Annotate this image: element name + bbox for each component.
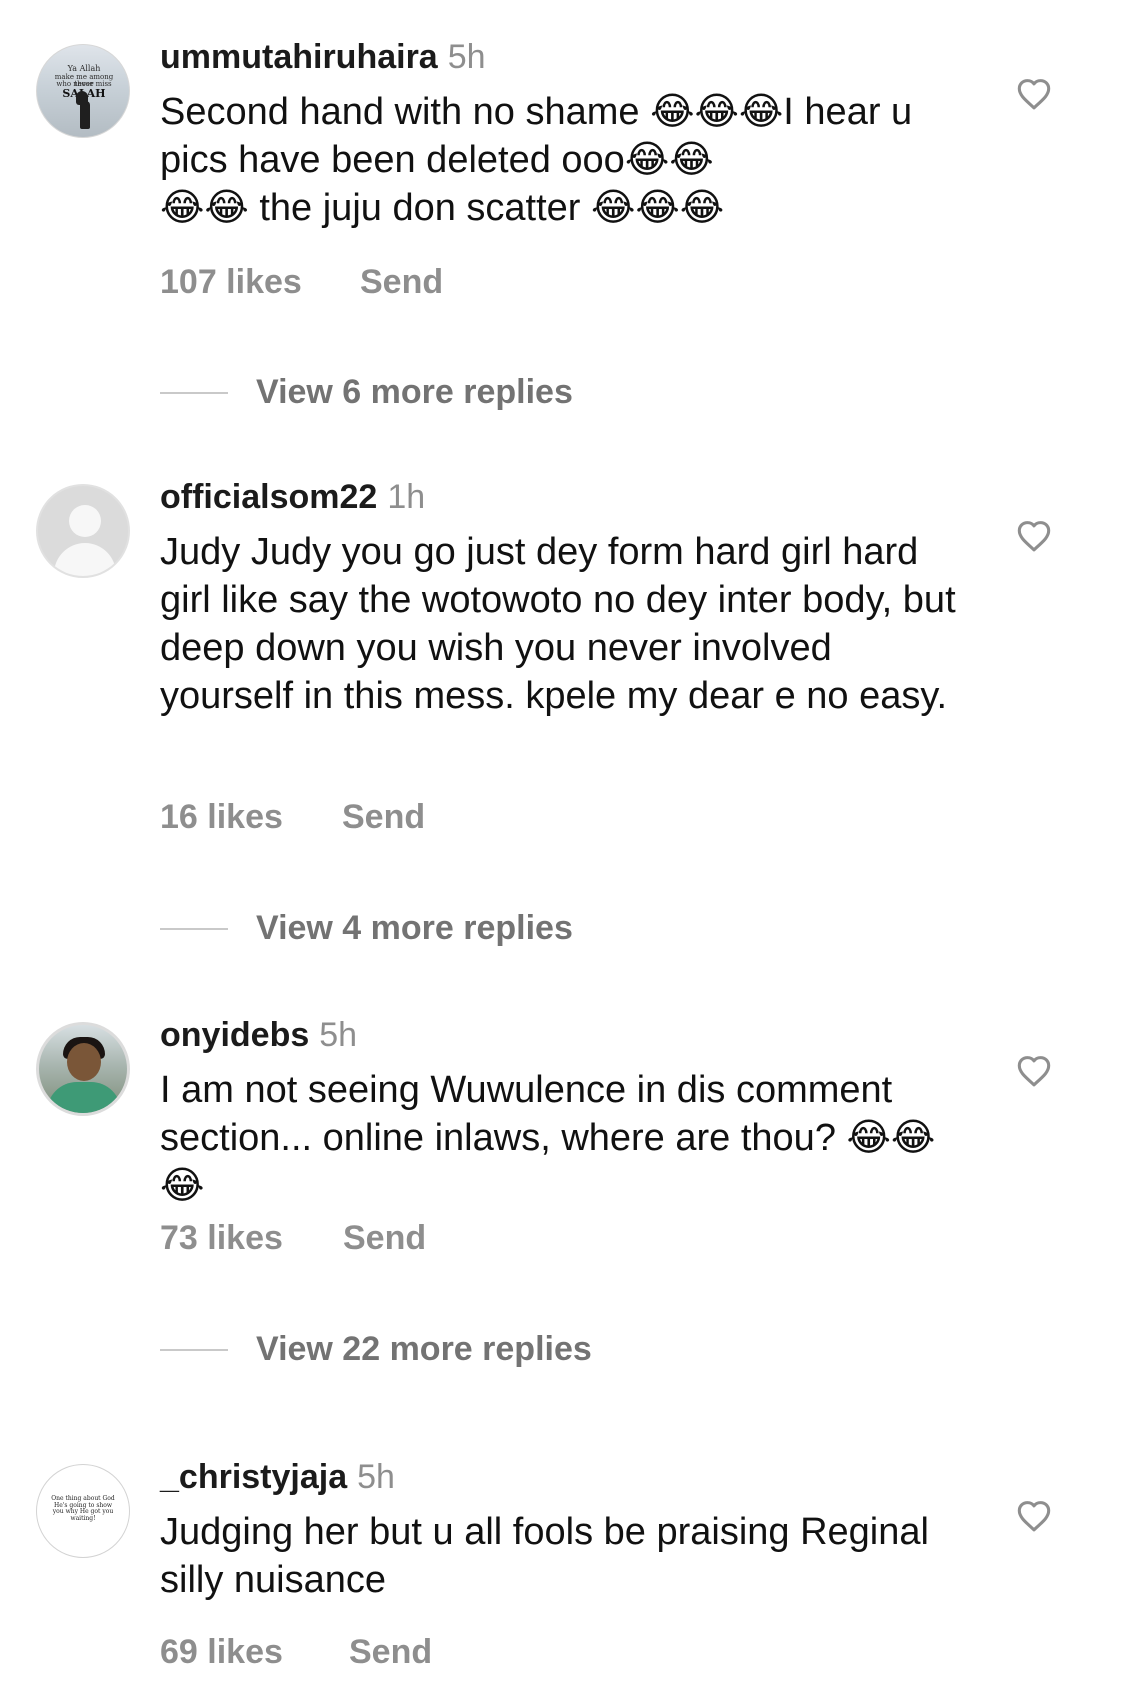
default-avatar-body xyxy=(54,543,116,576)
comment-header: _christyjaja 5h xyxy=(160,1457,395,1497)
comment-text: Judy Judy you go just dey form hard girl… xyxy=(160,531,956,717)
view-replies-label: View 6 more replies xyxy=(256,373,573,411)
likes-count[interactable]: 16 likes xyxy=(160,798,283,836)
comment-header: officialsom22 1h xyxy=(160,477,425,517)
likes-count[interactable]: 69 likes xyxy=(160,1633,283,1671)
raised-hand-image xyxy=(76,91,90,129)
avatar[interactable] xyxy=(36,484,130,578)
view-replies-label: View 4 more replies xyxy=(256,909,573,947)
timestamp: 5h xyxy=(319,1016,358,1054)
username-link[interactable]: officialsom22 xyxy=(160,478,377,516)
comment-text: Judging her but u all fools be praising … xyxy=(160,1511,929,1601)
heart-outline-icon[interactable] xyxy=(1015,1053,1053,1087)
send-button[interactable]: Send xyxy=(342,797,425,837)
view-replies-button[interactable]: View 22 more replies xyxy=(160,1329,760,1369)
view-replies-button[interactable]: View 6 more replies xyxy=(160,372,760,412)
comment-header: ummutahiruhaira 5h xyxy=(160,37,486,77)
username-link[interactable]: onyidebs xyxy=(160,1016,309,1054)
comment-actions: 107 likes Send xyxy=(160,262,443,302)
default-avatar-head xyxy=(69,505,101,537)
timestamp: 5h xyxy=(447,38,486,76)
username-link[interactable]: ummutahiruhaira xyxy=(160,38,438,76)
heart-outline-icon[interactable] xyxy=(1015,76,1053,110)
avatar[interactable] xyxy=(36,1022,130,1116)
avatar-quote-text: One thing about God He's going to show y… xyxy=(51,1495,115,1522)
view-replies-button[interactable]: View 4 more replies xyxy=(160,908,760,948)
view-replies-label: View 22 more replies xyxy=(256,1330,592,1368)
send-button[interactable]: Send xyxy=(360,262,443,302)
comment-text: Second hand with no shame 😂😂😂I hear u pi… xyxy=(160,91,913,229)
heart-outline-icon[interactable] xyxy=(1015,518,1053,552)
comment-actions: 73 likes Send xyxy=(160,1218,426,1258)
comment-actions: 69 likes Send xyxy=(160,1632,432,1672)
avatar[interactable]: One thing about God He's going to show y… xyxy=(36,1464,130,1558)
likes-count[interactable]: 107 likes xyxy=(160,263,302,301)
profile-photo-outfit xyxy=(47,1082,121,1113)
comment-text: I am not seeing Wuwulence in dis comment… xyxy=(160,1069,936,1207)
comment-actions: 16 likes Send xyxy=(160,797,425,837)
username-link[interactable]: _christyjaja xyxy=(160,1458,347,1496)
timestamp: 1h xyxy=(387,478,426,516)
timestamp: 5h xyxy=(357,1458,395,1496)
likes-count[interactable]: 73 likes xyxy=(160,1219,283,1257)
replies-divider xyxy=(160,928,228,930)
replies-divider xyxy=(160,392,228,394)
avatar[interactable]: Ya Allah make me among those who never m… xyxy=(36,44,130,138)
send-button[interactable]: Send xyxy=(343,1218,426,1258)
comments-feed: Ya Allah make me among those who never m… xyxy=(0,0,1125,1694)
avatar-text-line: Ya Allah xyxy=(67,64,101,73)
heart-outline-icon[interactable] xyxy=(1015,1498,1053,1532)
send-button[interactable]: Send xyxy=(349,1632,432,1672)
comment-header: onyidebs 5h xyxy=(160,1015,357,1055)
replies-divider xyxy=(160,1349,228,1351)
profile-photo-face xyxy=(67,1043,101,1081)
